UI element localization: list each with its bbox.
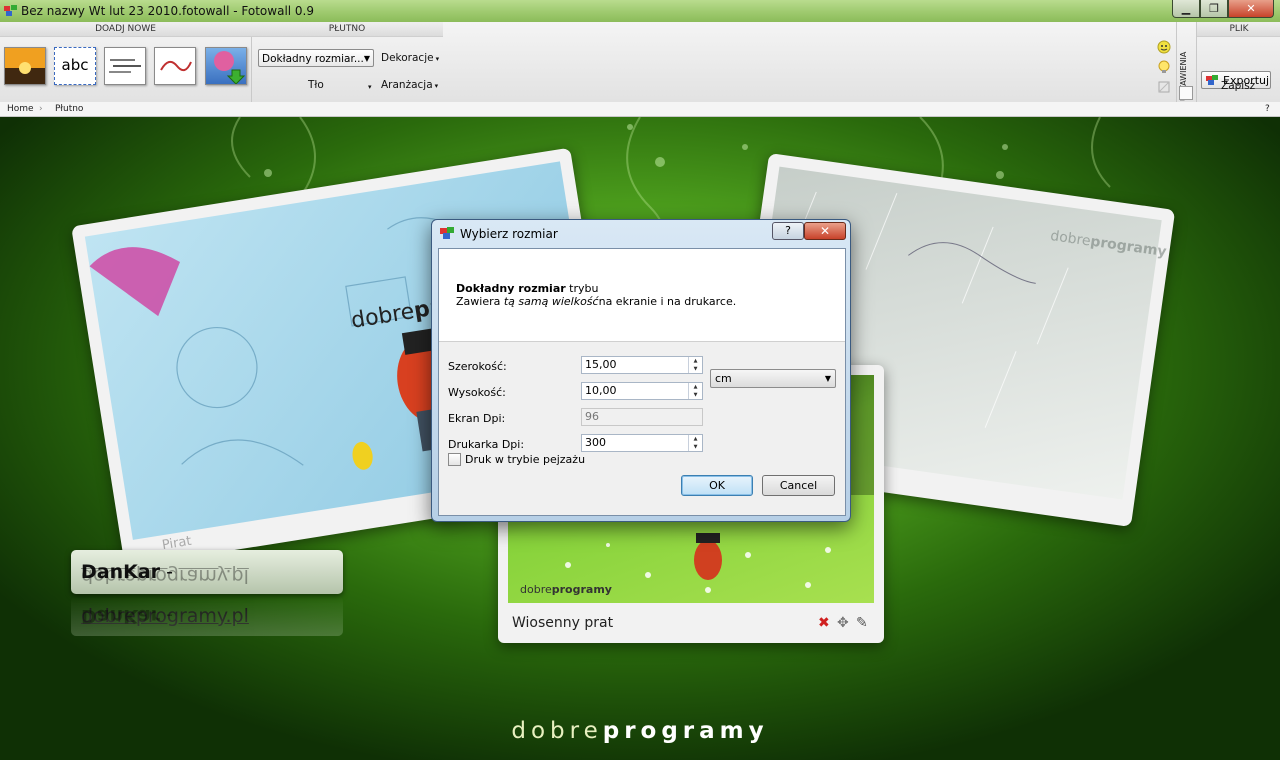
unit-select[interactable]: cm ▼ [710,369,836,388]
lightbulb-icon[interactable] [1157,60,1171,74]
mode-heading: Dokładny rozmiar trybu [456,282,599,295]
width-spin-buttons[interactable]: ▲ ▼ [688,357,702,373]
screen-dpi-field: 96 [581,408,703,426]
choose-size-dialog: Wybierz rozmiar ? ✕ Dokładny rozmiar try… [431,219,851,522]
help-icon: ? [785,224,791,237]
dobreprogramy-watermark: dobreprogramy [520,583,612,596]
background-caret[interactable]: ▾ [366,80,372,92]
width-spinbox[interactable]: 15,00 ▲ ▼ [581,356,703,374]
chevron-down-icon: ▼ [363,54,370,63]
webcam-icon [160,60,192,72]
close-icon: ✕ [1246,2,1256,15]
dialog-body: Dokładny rozmiar trybu Zawiera tą samą w… [438,248,846,516]
caret-icon: ▾ [434,82,439,90]
help-button[interactable]: ? [1265,102,1270,116]
size-mode-dropdown[interactable]: Dokładny rozmiar... ▼ [258,49,374,67]
spin-down-icon: ▼ [693,392,698,398]
window-controls: ▁ ❐ ✕ [1172,0,1274,18]
caption-reflection: DanKar - dobreprogramy.pl [71,565,343,636]
restore-icon: ❐ [1209,2,1219,15]
printer-dpi-label: Drukarka Dpi: [448,438,525,451]
breadcrumb: Home › Płutno ? [0,102,1280,117]
background-label: Tło [308,79,324,91]
group-header: PŁUTNO [251,22,443,37]
settings-wrench-icon[interactable]: ✎ [856,615,868,631]
width-label: Szerokość: [448,360,507,373]
arrangement-label: Aranżacja [381,79,433,91]
photo-caption[interactable]: Wiosenny prat [512,615,613,631]
breadcrumb-canvas[interactable]: Płutno [55,102,83,116]
close-icon: ✕ [819,224,831,238]
window-title: Bez nazwy Wt lut 23 2010.fotowall - Foto… [21,4,315,18]
caret-icon: ▾ [368,83,372,91]
dialog-header: Dokładny rozmiar trybu Zawiera tą samą w… [439,249,845,342]
dialog-title: Wybierz rozmiar [460,227,558,241]
printer-dpi-spin-buttons[interactable]: ▲ ▼ [688,435,702,451]
caret-icon: ▾ [435,55,440,63]
screen-dpi-label: Ekran Dpi: [448,412,506,425]
delete-icon[interactable]: ✖ [818,615,830,631]
chevron-down-icon: ▼ [824,374,831,383]
screen-dpi-value: 96 [585,410,599,423]
dialog-close-button[interactable]: ✕ [804,222,846,240]
ribbon-group-add-new: DOADJ NOWE abc [0,22,252,102]
ok-button[interactable]: OK [681,475,753,496]
width-value: 15,00 [585,358,617,371]
minimize-icon: ▁ [1181,2,1191,15]
close-button[interactable]: ✕ [1228,0,1274,18]
spin-up-icon: ▲ [693,436,698,442]
opengl-icon[interactable] [1157,80,1171,94]
footer-logo: dobreprogramy [511,718,769,744]
save-button[interactable]: Zapisz [1221,80,1255,92]
wordcloud-icon [109,59,141,73]
save-label: Zapisz [1221,80,1256,92]
decorations-menu[interactable]: Dekoracje ▾ [381,52,439,64]
height-value: 10,00 [585,384,617,397]
download-arrow-icon [214,51,246,84]
add-webcam-button[interactable] [154,47,196,85]
spin-down-icon: ▼ [693,444,698,450]
minimize-button[interactable]: ▁ [1172,0,1200,18]
export-icon [1206,75,1218,85]
title-bar: Bez nazwy Wt lut 23 2010.fotowall - Foto… [0,0,1280,22]
printer-dpi-value: 300 [585,436,606,449]
height-label: Wysokość: [448,386,506,399]
smiley-icon[interactable] [1157,40,1171,54]
spin-down-icon: ▼ [693,366,698,372]
size-mode-value: Dokładny rozmiar... [262,53,364,65]
transform-icon[interactable]: ✥ [837,615,849,631]
settings-expand-icon[interactable] [1179,86,1193,100]
add-picture-button[interactable] [4,47,46,85]
mode-description: Zawiera tą samą wielkośćna ekranie i na … [456,295,737,308]
landscape-label[interactable]: Druk w trybie pejzażu [465,453,585,466]
add-text-button[interactable]: abc [54,47,96,85]
background-menu[interactable]: Tło [308,79,324,91]
cancel-button[interactable]: Cancel [762,475,835,496]
ribbon-empty-area [443,22,1177,102]
arrangement-menu[interactable]: Aranżacja ▾ [381,79,438,91]
restore-button[interactable]: ❐ [1200,0,1228,18]
dialog-help-button[interactable]: ? [772,222,804,240]
group-header: PLIK [1197,22,1280,37]
fotowall-dialog-icon [440,227,454,239]
add-flickr-button[interactable] [205,47,247,85]
landscape-checkbox[interactable] [448,453,461,466]
spin-up-icon: ▲ [693,358,698,364]
group-header: DOADJ NOWE [0,22,251,37]
printer-dpi-spinbox[interactable]: 300 ▲ ▼ [581,434,703,452]
height-spinbox[interactable]: 10,00 ▲ ▼ [581,382,703,400]
unit-value: cm [715,372,732,385]
breadcrumb-home[interactable]: Home [7,102,34,116]
breadcrumb-separator-icon: › [39,104,43,114]
fotowall-app-icon [4,5,17,16]
add-wordcloud-button[interactable] [104,47,146,85]
decorations-label: Dekoracje [381,52,434,64]
picture-icon [5,48,45,84]
height-spin-buttons[interactable]: ▲ ▼ [688,383,702,399]
text-icon: abc [61,56,89,74]
spin-up-icon: ▲ [693,384,698,390]
ribbon: DOADJ NOWE abc PŁUTNO Dokładny rozmiar..… [0,22,1280,103]
